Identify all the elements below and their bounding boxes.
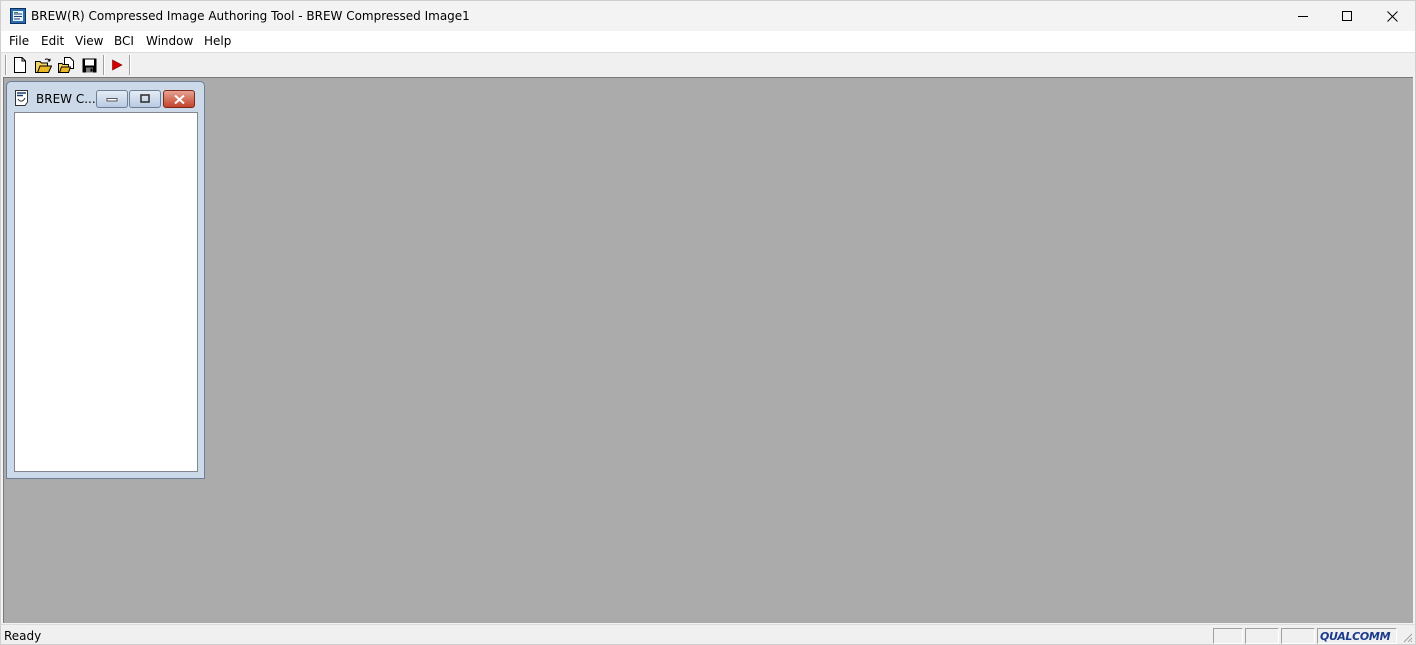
image-canvas[interactable] xyxy=(14,112,198,472)
resize-grip-icon[interactable] xyxy=(1401,631,1413,643)
status-pane xyxy=(1245,628,1279,644)
mdi-client-area[interactable]: BREW C... xyxy=(3,77,1413,623)
title-bar[interactable]: BREW(R) Compressed Image Authoring Tool … xyxy=(1,1,1415,31)
child-minimize-button[interactable] xyxy=(96,90,128,108)
window-title: BREW(R) Compressed Image Authoring Tool … xyxy=(31,9,470,23)
toolbar-separator xyxy=(129,55,131,75)
toolbar-separator xyxy=(103,55,105,75)
qualcomm-logo: QUALCOMM xyxy=(1317,628,1397,644)
child-restore-button[interactable] xyxy=(129,90,161,108)
status-pane xyxy=(1213,628,1243,644)
save-disk-icon xyxy=(82,58,96,72)
close-button[interactable] xyxy=(1369,1,1415,31)
save-button[interactable] xyxy=(80,56,98,74)
toolbar xyxy=(1,52,1415,77)
new-button[interactable] xyxy=(11,56,29,74)
bci-document-icon xyxy=(15,90,28,106)
close-icon xyxy=(173,94,185,104)
child-close-button[interactable] xyxy=(163,90,195,108)
minimize-icon xyxy=(106,98,118,102)
restore-icon xyxy=(140,94,150,103)
toolbar-grip[interactable] xyxy=(5,55,7,75)
app-icon[interactable] xyxy=(10,8,26,24)
run-button[interactable] xyxy=(108,56,126,74)
child-window[interactable]: BREW C... xyxy=(6,81,205,479)
menu-bar: File Edit View BCI Window Help xyxy=(1,31,1415,52)
app-window: BREW(R) Compressed Image Authoring Tool … xyxy=(0,0,1416,645)
open-button[interactable] xyxy=(34,56,52,74)
play-icon xyxy=(112,59,123,71)
menu-window[interactable]: Window xyxy=(146,34,193,49)
open-recent-icon xyxy=(57,57,74,73)
close-icon xyxy=(1386,10,1398,22)
menu-edit[interactable]: Edit xyxy=(41,34,64,49)
status-pane xyxy=(1281,628,1315,644)
status-bar: Ready QUALCOMM xyxy=(1,624,1415,644)
menu-bci[interactable]: BCI xyxy=(114,34,134,49)
minimize-button[interactable] xyxy=(1280,1,1326,31)
maximize-button[interactable] xyxy=(1324,1,1370,31)
minimize-icon xyxy=(1298,16,1308,17)
qualcomm-logo-text: QUALCOMM xyxy=(1320,629,1391,643)
new-document-icon xyxy=(14,57,26,73)
menu-file[interactable]: File xyxy=(9,34,29,49)
open-folder-icon xyxy=(34,58,52,73)
child-window-title: BREW C... xyxy=(36,92,96,106)
menu-view[interactable]: View xyxy=(75,34,103,49)
status-text: Ready xyxy=(4,629,42,643)
open-recent-button[interactable] xyxy=(57,56,75,74)
maximize-icon xyxy=(1342,11,1352,21)
menu-help[interactable]: Help xyxy=(204,34,231,49)
